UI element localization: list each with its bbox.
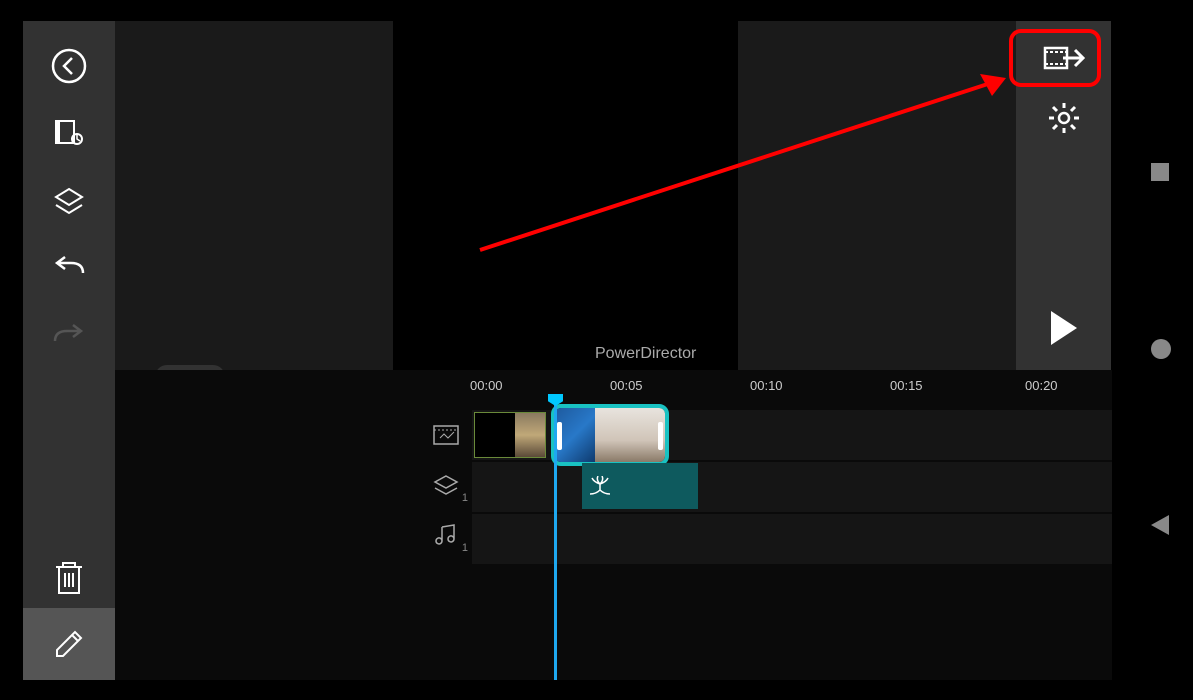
- ruler-mark: 00:05: [610, 378, 643, 393]
- chevron-left-circle-icon: [50, 47, 88, 85]
- settings-button[interactable]: [1034, 93, 1094, 143]
- video-track-icon: [432, 424, 460, 446]
- playhead[interactable]: [554, 396, 557, 680]
- media-button[interactable]: [44, 109, 94, 159]
- toolbar-top-group: [44, 21, 94, 548]
- undo-arrow-icon: [49, 255, 89, 285]
- watermark-text: PowerDirector: [595, 345, 696, 363]
- export-icon: [1041, 40, 1087, 76]
- track-labels: 1 1: [420, 410, 472, 560]
- video-track-label: [420, 410, 472, 460]
- audio-track-number: 1: [462, 542, 468, 554]
- overlay-clip[interactable]: [582, 463, 698, 509]
- system-back-button[interactable]: [1149, 513, 1175, 539]
- redo-arrow-icon: [49, 323, 89, 353]
- right-toolbar: [1016, 21, 1111, 370]
- clip-trim-handle-left[interactable]: [557, 422, 562, 450]
- overlay-track[interactable]: [472, 462, 1112, 512]
- overlay-track-label: 1: [420, 460, 472, 510]
- ruler-mark: 00:15: [890, 378, 923, 393]
- trash-icon: [52, 559, 86, 597]
- audio-track-label: 1: [420, 510, 472, 560]
- layers-button[interactable]: [44, 177, 94, 227]
- system-overview-button[interactable]: [1149, 161, 1175, 187]
- ruler-mark: 00:20: [1025, 378, 1058, 393]
- video-clip-2-selected[interactable]: [551, 404, 669, 466]
- clip-thumbnail: [515, 413, 545, 457]
- clip-thumbnail: [595, 408, 665, 462]
- clip-trim-handle-right[interactable]: [658, 422, 663, 450]
- system-home-button[interactable]: [1149, 337, 1175, 363]
- preview-main[interactable]: [393, 21, 738, 370]
- redo-button: [44, 313, 94, 363]
- square-icon: [1149, 161, 1171, 183]
- undo-button[interactable]: [44, 245, 94, 295]
- left-toolbar: [23, 21, 115, 680]
- pencil-icon: [51, 626, 87, 662]
- preview-prev-frame: [115, 21, 393, 370]
- trash-button[interactable]: [23, 548, 115, 608]
- video-clip-1[interactable]: [474, 412, 546, 458]
- edit-button[interactable]: [23, 608, 115, 680]
- ruler-mark: 00:00: [470, 378, 503, 393]
- layers-icon: [50, 183, 88, 221]
- play-icon: [1047, 309, 1081, 347]
- play-button[interactable]: [1034, 298, 1094, 358]
- ruler-mark: 00:10: [750, 378, 783, 393]
- overlay-track-number: 1: [462, 492, 468, 504]
- export-button[interactable]: [1034, 33, 1094, 83]
- back-button[interactable]: [44, 41, 94, 91]
- triangle-left-icon: [1149, 513, 1171, 537]
- preview-next-frame: [738, 21, 1016, 370]
- circle-icon: [1149, 337, 1173, 361]
- palm-tree-icon: [588, 476, 612, 496]
- right-top-group: [1034, 33, 1094, 143]
- media-film-icon: [50, 115, 88, 153]
- toolbar-bottom-group: [23, 548, 115, 680]
- gear-icon: [1046, 100, 1082, 136]
- system-nav: [1130, 0, 1193, 700]
- layers-small-icon: [433, 474, 459, 496]
- audio-track[interactable]: [472, 514, 1112, 564]
- timeline-ruler[interactable]: 00:00 00:05 00:10 00:15 00:20: [115, 378, 1112, 404]
- music-note-icon: [434, 523, 458, 547]
